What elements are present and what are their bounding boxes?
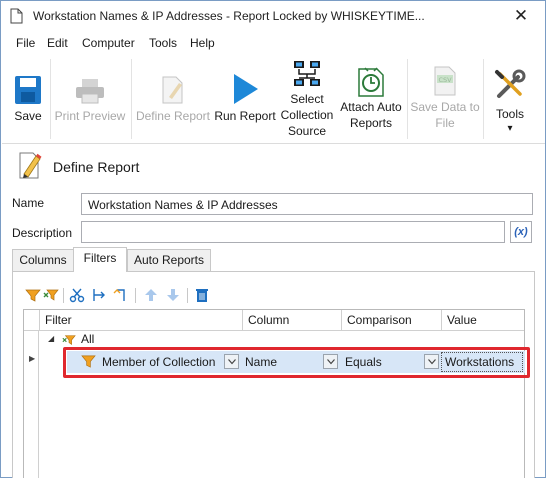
attach-auto-reports-button[interactable]: Attach Auto Reports <box>337 55 405 145</box>
network-computers-icon <box>294 61 320 86</box>
tree-root-all[interactable]: All <box>81 332 94 346</box>
tools-dropdown-arrow: ▾ <box>507 123 513 134</box>
save-data-label-line2: File <box>435 116 455 130</box>
select-label-line2: Collection <box>280 108 334 122</box>
select-label-line1: Select <box>290 92 324 106</box>
play-icon <box>234 74 258 104</box>
close-button[interactable]: ✕ <box>509 5 533 27</box>
save-data-to-file-button[interactable]: CSV Save Data to File <box>409 55 481 145</box>
toolbar-separator <box>483 59 484 139</box>
outdent-icon[interactable] <box>113 287 129 303</box>
indent-icon[interactable] <box>91 287 107 303</box>
highlight-annotation <box>63 347 530 378</box>
tab-auto-reports[interactable]: Auto Reports <box>127 249 211 271</box>
filter-grid: Filter Column Comparison Value <box>23 309 525 478</box>
printer-icon <box>76 79 104 104</box>
name-input[interactable]: Workstation Names & IP Addresses <box>81 193 533 215</box>
add-filter-group-icon[interactable] <box>43 287 59 303</box>
add-filter-icon[interactable] <box>25 287 41 303</box>
column-header-column[interactable]: Column <box>242 310 341 331</box>
description-input[interactable] <box>81 221 505 243</box>
toolbar-separator <box>50 59 51 139</box>
document-icon <box>10 8 23 24</box>
attach-label-line2: Reports <box>349 116 393 130</box>
window-title: Workstation Names & IP Addresses - Repor… <box>33 9 425 23</box>
tree-collapse-arrow[interactable]: ◢ <box>48 334 54 343</box>
save-label: Save <box>14 109 42 123</box>
current-row-indicator: ▶ <box>29 354 36 363</box>
move-down-icon[interactable] <box>165 287 181 303</box>
name-label: Name <box>12 196 45 210</box>
menu-help[interactable]: Help <box>190 36 215 50</box>
description-label: Description <box>12 226 73 240</box>
filter-toolbar-separator <box>187 288 188 303</box>
column-header-value[interactable]: Value <box>441 310 524 331</box>
print-preview-label: Print Preview <box>54 109 126 123</box>
move-up-icon[interactable] <box>143 287 159 303</box>
delete-icon[interactable] <box>194 287 210 303</box>
define-report-pencil-icon <box>19 152 42 179</box>
filter-group-icon <box>62 335 76 345</box>
tools-label: Tools <box>495 107 524 121</box>
save-button[interactable]: Save <box>8 55 48 145</box>
toolbar-separator <box>407 59 408 139</box>
toolbar-separator <box>131 59 132 139</box>
tools-button[interactable]: Tools ▾ <box>487 55 533 145</box>
define-report-icon <box>162 76 183 104</box>
menu-file[interactable]: File <box>16 36 35 50</box>
grid-header: Filter Column Comparison Value <box>24 310 524 331</box>
menu-bar: File Edit Computer Tools Help <box>2 31 545 55</box>
column-header-comparison[interactable]: Comparison <box>341 310 441 331</box>
report-window: Workstation Names & IP Addresses - Repor… <box>0 0 546 478</box>
tab-columns[interactable]: Columns <box>12 249 74 271</box>
attach-label-line1: Attach Auto <box>340 100 402 114</box>
filter-toolbar-separator <box>63 288 64 303</box>
menu-tools[interactable]: Tools <box>149 36 177 50</box>
menu-computer[interactable]: Computer <box>82 36 135 50</box>
section-title: Define Report <box>53 159 140 175</box>
csv-file-icon: CSV <box>434 66 456 96</box>
select-label-line3: Source <box>287 124 327 138</box>
csv-badge: CSV <box>438 76 452 84</box>
select-collection-source-button[interactable]: Select Collection Source <box>277 55 337 145</box>
column-header-filter[interactable]: Filter <box>39 310 242 331</box>
run-report-label: Run Report <box>214 109 276 123</box>
ribbon-toolbar: Save Print Preview Define Report Run Rep… <box>2 55 545 145</box>
floppy-disk-icon <box>15 76 41 104</box>
tab-filters[interactable]: Filters <box>73 247 127 272</box>
save-data-label-line1: Save Data to <box>410 100 480 114</box>
clock-report-icon <box>358 67 384 97</box>
run-report-button[interactable]: Run Report <box>213 55 277 145</box>
define-report-label: Define Report <box>135 109 211 123</box>
print-preview-button[interactable]: Print Preview <box>52 55 128 145</box>
filter-toolbar-separator <box>135 288 136 303</box>
define-report-button[interactable]: Define Report <box>133 55 213 145</box>
menu-edit[interactable]: Edit <box>47 36 68 50</box>
toolbar-divider <box>2 143 545 144</box>
cut-icon[interactable] <box>69 287 85 303</box>
wrench-screwdriver-icon <box>495 69 526 98</box>
title-bar: Workstation Names & IP Addresses - Repor… <box>1 1 545 31</box>
expression-button[interactable]: (x) <box>510 221 532 243</box>
